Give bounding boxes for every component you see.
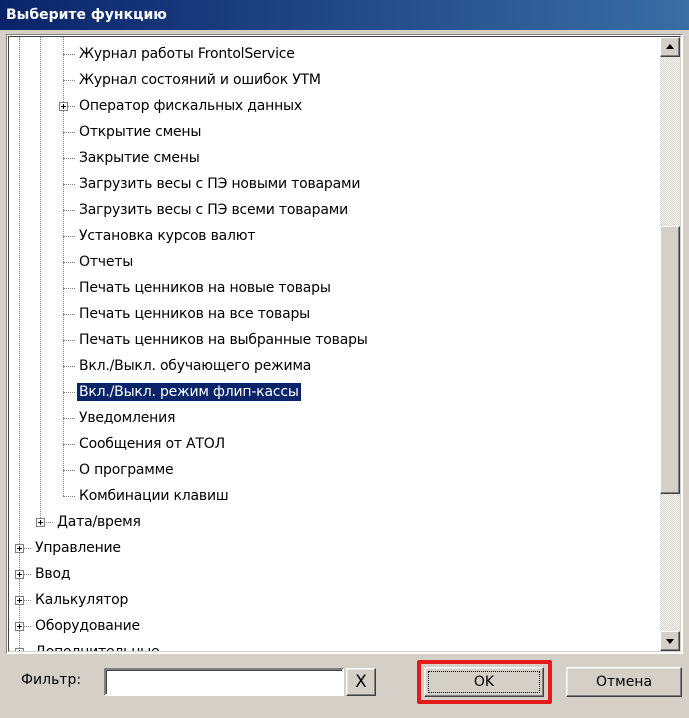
tree-guide-line: [19, 37, 20, 651]
tree-guide-line: [63, 288, 75, 289]
cancel-button[interactable]: Отмена: [566, 667, 682, 697]
scroll-thumb[interactable]: [660, 226, 680, 495]
filter-label: Фильтр:: [21, 672, 82, 688]
tree-item[interactable]: Открытие смены: [77, 119, 203, 145]
tree-guide-line: [63, 184, 75, 185]
tree-item-label: Печать ценников на выбранные товары: [79, 332, 368, 348]
tree-item-label: Журнал состояний и ошибок УТМ: [79, 72, 321, 88]
tree-item[interactable]: Управление: [33, 535, 123, 561]
tree-item-label: Печать ценников на новые товары: [79, 280, 331, 296]
tree-guide-line: [63, 210, 75, 211]
tree-item[interactable]: Калькулятор: [33, 587, 130, 613]
tree-item[interactable]: Ввод: [33, 561, 72, 587]
tree-item-label: Печать ценников на все товары: [79, 306, 311, 322]
tree-item[interactable]: Сообщения от АТОЛ: [77, 431, 227, 457]
arrow-up-icon: [666, 44, 674, 49]
tree-item-label: Открытие смены: [79, 124, 202, 140]
tree-item[interactable]: Комбинации клавиш: [77, 483, 230, 509]
tree-guide-line: [63, 392, 75, 393]
tree-item[interactable]: Отчеты: [77, 249, 135, 275]
expand-plus-icon[interactable]: [15, 622, 24, 631]
tree-item-label: Дополнительные: [33, 643, 161, 651]
tree-item-label: Сообщения от АТОЛ: [79, 436, 225, 452]
tree-guide-line: [63, 262, 75, 263]
tree-item[interactable]: Журнал состояний и ошибок УТМ: [77, 67, 323, 93]
tree-guide-line: [63, 496, 75, 497]
tree-guide-line: [63, 470, 75, 471]
tree-item-label: Оператор фискальных данных: [79, 98, 302, 114]
scroll-up-button[interactable]: [660, 37, 680, 57]
tree-item-label: Закрытие смены: [79, 150, 200, 166]
expand-plus-icon[interactable]: [36, 518, 45, 527]
tree-item[interactable]: Вкл./Выкл. обучающего режима: [77, 353, 313, 379]
tree-guide-line: [63, 158, 75, 159]
tree-guide-line: [40, 37, 41, 522]
tree-guide-line: [63, 236, 75, 237]
expand-plus-icon[interactable]: [15, 648, 24, 651]
tree-item[interactable]: Загрузить весы с ПЭ всеми товарами: [77, 197, 350, 223]
tree-item-label: Комбинации клавиш: [79, 488, 229, 504]
tree-item-label: Оборудование: [35, 618, 140, 634]
tree-guide-line: [63, 418, 75, 419]
expand-plus-icon[interactable]: [15, 544, 24, 553]
expand-plus-icon[interactable]: [59, 102, 68, 111]
tree-item-label: Установка курсов валют: [79, 228, 256, 244]
cancel-button-label: Отмена: [595, 674, 653, 690]
tree-guide-line: [63, 340, 75, 341]
tree-item[interactable]: Дополнительные: [33, 639, 161, 651]
expand-plus-icon[interactable]: [15, 596, 24, 605]
tree-item-label: Журнал работы FrontolService: [79, 46, 295, 62]
tree-item[interactable]: Дата/время: [55, 509, 143, 535]
tree-item-label: Управление: [35, 540, 121, 556]
function-tree-frame: Журнал работы FrontolService Журнал состо…: [6, 34, 683, 654]
tree-guide-line: [63, 444, 75, 445]
tree-item[interactable]: О программе: [77, 457, 175, 483]
tree-item[interactable]: Загрузить весы с ПЭ новыми товарами: [77, 171, 362, 197]
tree-item[interactable]: Журнал работы FrontolService: [77, 41, 297, 67]
tree-item[interactable]: Оператор фискальных данных: [77, 93, 304, 119]
tree-item[interactable]: Уведомления: [77, 405, 177, 431]
tree-guide-line: [63, 366, 75, 367]
tree-item-label: Ввод: [35, 566, 71, 582]
tree-guide-line: [63, 132, 75, 133]
tree-item-label: Вкл./Выкл. обучающего режима: [79, 358, 312, 374]
tree-item-label: Загрузить весы с ПЭ новыми товарами: [79, 176, 361, 192]
function-tree[interactable]: Журнал работы FrontolService Журнал состо…: [8, 36, 681, 652]
tree-item-label: Дата/время: [57, 514, 141, 530]
ok-button[interactable]: OK: [424, 667, 544, 697]
tree-item-label: Загрузить весы с ПЭ всеми товарами: [79, 202, 348, 218]
scroll-down-button[interactable]: [660, 631, 680, 651]
tree-item[interactable]: Печать ценников на выбранные товары: [77, 327, 370, 353]
tree-item-label: Уведомления: [79, 410, 176, 426]
tree-guide-line: [63, 54, 75, 55]
focus-rect: [428, 671, 540, 693]
tree-item-label: Отчеты: [79, 254, 134, 270]
tree-item[interactable]: Печать ценников на все товары: [77, 301, 312, 327]
tree-list: Журнал работы FrontolService Журнал состо…: [9, 37, 660, 651]
vertical-scrollbar[interactable]: [660, 37, 680, 651]
filter-input[interactable]: [104, 668, 344, 696]
arrow-down-icon: [666, 639, 674, 644]
tree-guide-line: [63, 80, 75, 81]
tree-item[interactable]: Оборудование: [33, 613, 142, 639]
tree-item[interactable]: Закрытие смены: [77, 145, 202, 171]
tree-guide-line: [63, 314, 75, 315]
tree-item-label: Калькулятор: [35, 592, 129, 608]
tree-item-label: Вкл./Выкл. режим флип-кассы: [76, 382, 302, 402]
clear-filter-button[interactable]: X: [346, 668, 376, 696]
tree-item[interactable]: Установка курсов валют: [77, 223, 257, 249]
dialog-title: Выберите функцию: [0, 0, 689, 30]
expand-plus-icon[interactable]: [15, 570, 24, 579]
tree-item[interactable]: Печать ценников на новые товары: [77, 275, 333, 301]
clear-icon: X: [355, 672, 367, 692]
tree-item[interactable]: Вкл./Выкл. режим флип-кассы: [76, 379, 302, 405]
tree-item-label: О программе: [79, 462, 174, 478]
